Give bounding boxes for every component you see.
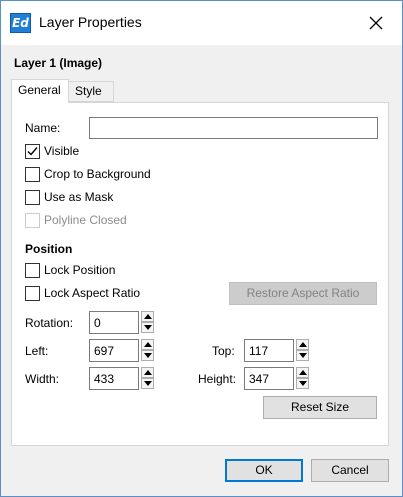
rotation-spinner — [141, 311, 154, 333]
left-label: Left: — [25, 344, 49, 358]
top-label: Top: — [212, 344, 235, 358]
lock-aspect-ratio-label: Lock Aspect Ratio — [44, 286, 141, 300]
width-label: Width: — [25, 372, 60, 386]
height-field[interactable] — [244, 367, 294, 390]
arrow-down-icon — [144, 381, 152, 386]
polyline-closed-checkbox[interactable] — [25, 213, 40, 228]
top-spinner — [296, 339, 309, 361]
arrow-down-icon — [144, 353, 152, 358]
arrow-up-icon — [144, 370, 152, 375]
close-icon[interactable] — [363, 10, 389, 36]
title-bar[interactable]: Ed Layer Properties — [1, 1, 402, 45]
tab-general[interactable]: General — [11, 79, 69, 103]
rotation-field[interactable] — [89, 311, 139, 334]
ok-button[interactable]: OK — [225, 459, 303, 482]
height-spinner — [296, 367, 309, 389]
width-up-button[interactable] — [141, 367, 154, 378]
crop-to-background-label: Crop to Background — [44, 167, 151, 181]
arrow-down-icon — [299, 353, 307, 358]
tab-general-label: General — [18, 83, 61, 97]
left-spinner — [141, 339, 154, 361]
checkmark-icon — [27, 147, 38, 156]
rotation-down-button[interactable] — [141, 322, 154, 333]
rotation-up-button[interactable] — [141, 311, 154, 322]
layer-heading: Layer 1 (Image) — [14, 56, 103, 70]
name-label: Name: — [25, 121, 61, 135]
width-field[interactable] — [89, 367, 139, 390]
visible-checkbox[interactable] — [25, 144, 40, 159]
arrow-down-icon — [299, 381, 307, 386]
top-field[interactable] — [244, 339, 294, 362]
use-as-mask-checkbox[interactable] — [25, 190, 40, 205]
use-as-mask-label: Use as Mask — [44, 190, 114, 204]
top-up-button[interactable] — [296, 339, 309, 350]
cancel-button[interactable]: Cancel — [311, 459, 389, 482]
height-up-button[interactable] — [296, 367, 309, 378]
lock-aspect-ratio-checkbox[interactable] — [25, 286, 40, 301]
restore-aspect-ratio-button[interactable]: Restore Aspect Ratio — [229, 282, 377, 305]
arrow-up-icon — [299, 370, 307, 375]
arrow-up-icon — [299, 342, 307, 347]
width-spinner — [141, 367, 154, 389]
left-up-button[interactable] — [141, 339, 154, 350]
reset-size-button[interactable]: Reset Size — [263, 396, 377, 419]
height-down-button[interactable] — [296, 378, 309, 389]
arrow-down-icon — [144, 325, 152, 330]
name-field[interactable] — [89, 117, 378, 139]
lock-position-checkbox[interactable] — [25, 263, 40, 278]
visible-label: Visible — [44, 144, 80, 158]
tab-style-label: Style — [75, 84, 102, 98]
top-down-button[interactable] — [296, 350, 309, 361]
left-down-button[interactable] — [141, 350, 154, 361]
arrow-up-icon — [144, 342, 152, 347]
polyline-closed-label: Polyline Closed — [44, 213, 127, 227]
tab-style[interactable]: Style — [68, 81, 114, 102]
app-icon: Ed — [10, 13, 31, 33]
window-title: Layer Properties — [39, 14, 142, 30]
height-label: Height: — [198, 372, 237, 386]
left-field[interactable] — [89, 339, 139, 362]
arrow-up-icon — [144, 314, 152, 319]
position-heading: Position — [25, 242, 73, 256]
rotation-label: Rotation: — [25, 316, 74, 330]
layer-properties-dialog: Ed Layer Properties Layer 1 (Image) Gene… — [0, 0, 403, 497]
width-down-button[interactable] — [141, 378, 154, 389]
crop-to-background-checkbox[interactable] — [25, 167, 40, 182]
lock-position-label: Lock Position — [44, 263, 116, 277]
